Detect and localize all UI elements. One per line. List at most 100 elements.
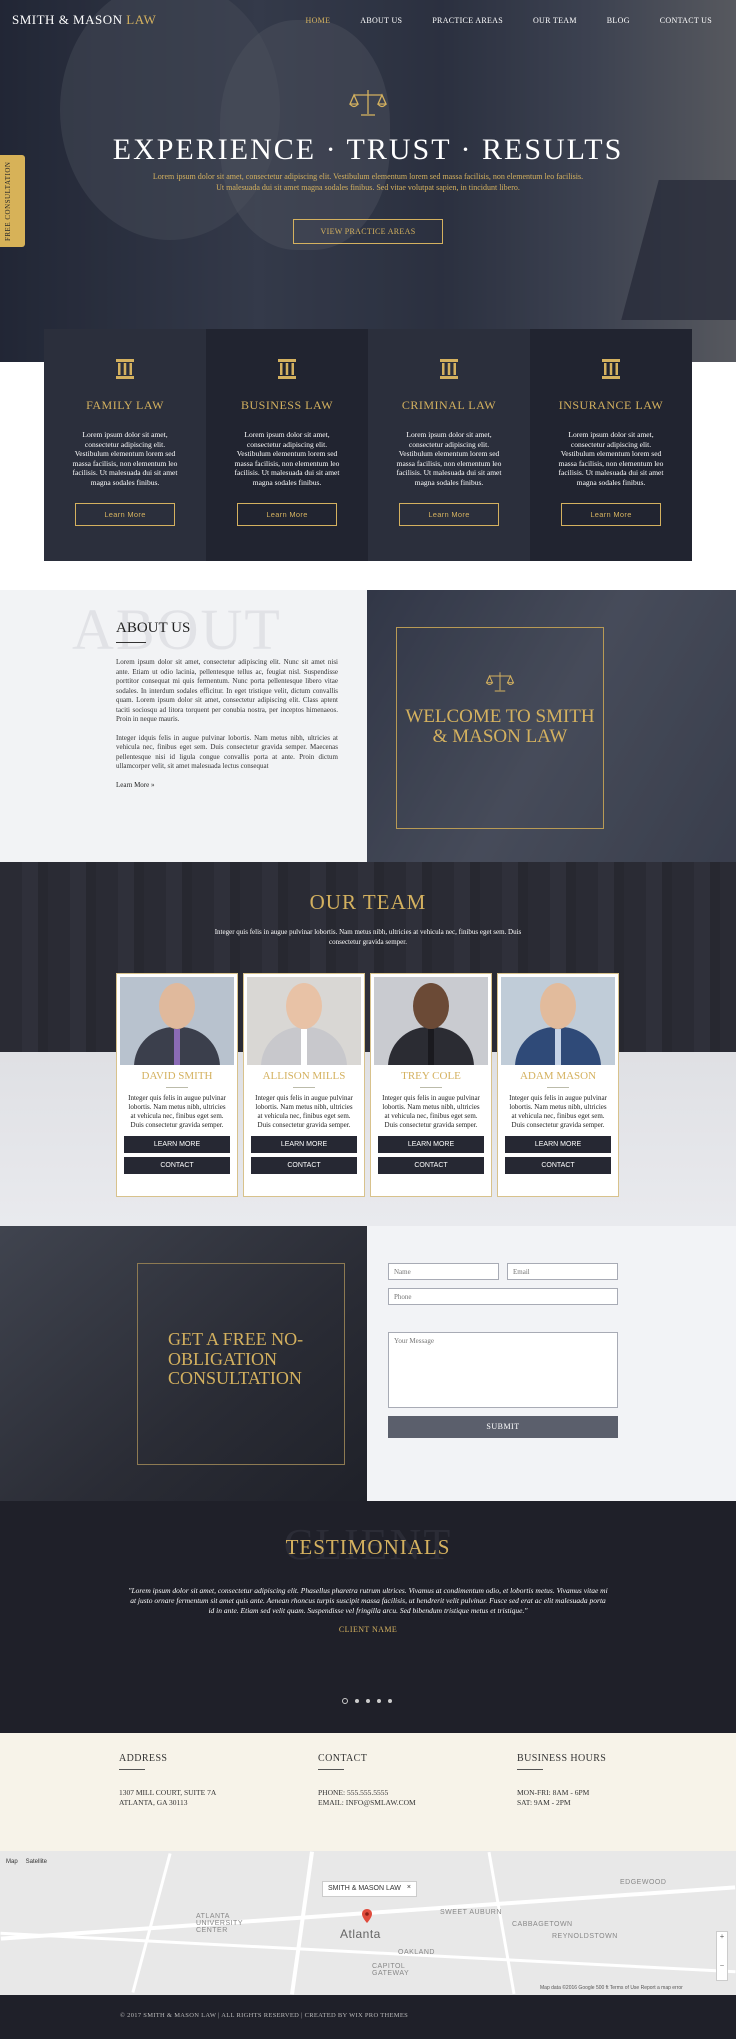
learn-more-button[interactable]: Learn More (75, 503, 175, 526)
pillar-icon (602, 359, 620, 379)
divider (119, 1769, 145, 1770)
map-pin-icon[interactable] (362, 1909, 372, 1923)
pillar-icon (440, 359, 458, 379)
nav-practice-areas[interactable]: PRACTICE AREAS (432, 16, 503, 25)
address-line: ATLANTA, GA 30113 (119, 1798, 188, 1807)
about-paragraph: Integer idquis felis in augue pulvinar l… (116, 733, 338, 771)
scales-of-justice-icon (485, 672, 515, 692)
photo-shape (540, 983, 576, 1029)
slider-dot[interactable] (355, 1699, 359, 1703)
map-city-label: Atlanta (340, 1927, 381, 1941)
google-map[interactable]: Map Satellite ATLANTA UNIVERSITY CENTER … (0, 1851, 736, 1995)
practice-title: FAMILY LAW (86, 398, 164, 412)
map-info-bubble[interactable]: SMITH & MASON LAW × (322, 1881, 417, 1897)
zoom-in-icon[interactable]: + (717, 1932, 727, 1941)
site-logo[interactable]: SMITH & MASON LAW (12, 12, 156, 28)
divider (318, 1769, 344, 1770)
learn-more-button[interactable]: Learn More (561, 503, 661, 526)
consultation-section: GET A FREE NO-OBLIGATION CONSULTATION SU… (0, 1226, 736, 1501)
copyright-text: © 2017 SMITH & MASON LAW | ALL RIGHTS RE… (120, 2012, 409, 2019)
nav-about-us[interactable]: ABOUT US (360, 16, 402, 25)
contact-title: CONTACT (318, 1753, 368, 1764)
nav-our-team[interactable]: OUR TEAM (533, 16, 577, 25)
team-contact-button[interactable]: CONTACT (505, 1157, 611, 1174)
practice-text: Lorem ipsum dolor sit amet, consectetur … (558, 430, 664, 487)
team-learn-more-button[interactable]: LEARN MORE (124, 1136, 230, 1153)
team-contact-button[interactable]: CONTACT (124, 1157, 230, 1174)
site-footer: © 2017 SMITH & MASON LAW | ALL RIGHTS RE… (0, 1995, 736, 2039)
bubble-text: SMITH & MASON LAW (328, 1885, 401, 1892)
learn-more-button[interactable]: Learn More (237, 503, 337, 526)
learn-more-button[interactable]: Learn More (399, 503, 499, 526)
team-contact-button[interactable]: CONTACT (378, 1157, 484, 1174)
team-members: DAVID SMITH Integer quis felis in augue p… (116, 973, 619, 1197)
phone-field[interactable] (388, 1288, 618, 1305)
team-learn-more-button[interactable]: LEARN MORE (378, 1136, 484, 1153)
practice-title: INSURANCE LAW (558, 398, 664, 412)
about-title: ABOUT US (116, 620, 191, 636)
team-member-bio: Integer quis felis in augue pulvinar lob… (128, 1094, 226, 1129)
practice-title: BUSINESS LAW (240, 398, 334, 412)
satellite-tab[interactable]: Satellite (26, 1859, 47, 1865)
photo-shape (286, 983, 322, 1029)
hero-text: Lorem ipsum dolor sit amet, consectetur … (152, 172, 584, 192)
map-label: SWEET AUBURN (440, 1909, 502, 1916)
top-nav: SMITH & MASON LAW HOME ABOUT US PRACTICE… (0, 0, 736, 42)
nav-home[interactable]: HOME (306, 16, 331, 25)
practice-text: Lorem ipsum dolor sit amet, consectetur … (72, 430, 178, 487)
welcome-box: WELCOME TO SMITH & MASON LAW (396, 627, 604, 829)
divider (517, 1769, 543, 1770)
nav-contact-us[interactable]: CONTACT US (660, 16, 712, 25)
message-field[interactable] (388, 1332, 618, 1408)
team-learn-more-button[interactable]: LEARN MORE (251, 1136, 357, 1153)
about-paragraph: Lorem ipsum dolor sit amet, consectetur … (116, 658, 338, 723)
team-member-card: ADAM MASON Integer quis felis in augue pu… (497, 973, 619, 1197)
main-menu: HOME ABOUT US PRACTICE AREAS OUR TEAM BL… (306, 16, 713, 25)
map-road (131, 1853, 172, 1993)
team-member-name: TREY COLE (401, 1070, 461, 1082)
map-type-tabs: Map Satellite (6, 1859, 47, 1865)
practice-card: BUSINESS LAW Lorem ipsum dolor sit amet,… (206, 329, 368, 561)
logo-text-accent: LAW (126, 12, 157, 27)
practice-card: INSURANCE LAW Lorem ipsum dolor sit amet… (530, 329, 692, 561)
divider (420, 1087, 442, 1088)
email-field[interactable] (507, 1263, 618, 1280)
zoom-out-icon[interactable]: − (717, 1961, 727, 1970)
slider-dot[interactable] (388, 1699, 392, 1703)
name-field[interactable] (388, 1263, 499, 1280)
team-member-photo (247, 977, 361, 1065)
nav-blog[interactable]: BLOG (607, 16, 630, 25)
about-learn-more-link[interactable]: Learn More » (116, 781, 154, 789)
hours-line: SAT: 9AM - 2PM (517, 1798, 571, 1807)
slider-dots (342, 1698, 392, 1704)
team-member-card: ALLISON MILLS Integer quis felis in augue… (243, 973, 365, 1197)
hours-line: MON-FRI: 8AM - 6PM (517, 1788, 590, 1797)
map-tab[interactable]: Map (6, 1859, 18, 1865)
map-zoom-controls[interactable]: + − (716, 1931, 728, 1981)
map-road (289, 1851, 315, 1995)
hero-section: SMITH & MASON LAW HOME ABOUT US PRACTICE… (0, 0, 736, 362)
close-icon[interactable]: × (407, 1884, 411, 1891)
submit-button[interactable]: SUBMIT (388, 1416, 618, 1438)
photo-shape (301, 1029, 307, 1065)
slider-dot[interactable] (377, 1699, 381, 1703)
hero-title: EXPERIENCE · TRUST · RESULTS (112, 133, 624, 166)
free-consultation-tab[interactable]: FREE CONSULTATION (0, 155, 25, 247)
welcome-title: WELCOME TO SMITH & MASON LAW (405, 706, 595, 747)
team-member-photo (501, 977, 615, 1065)
view-practice-areas-button[interactable]: VIEW PRACTICE AREAS (292, 219, 444, 244)
consultation-image-panel: GET A FREE NO-OBLIGATION CONSULTATION (0, 1226, 367, 1501)
practice-text: Lorem ipsum dolor sit amet, consectetur … (234, 430, 340, 487)
about-body: Lorem ipsum dolor sit amet, consectetur … (116, 658, 338, 790)
practice-text: Lorem ipsum dolor sit amet, consectetur … (396, 430, 502, 487)
slider-dot[interactable] (366, 1699, 370, 1703)
logo-text: SMITH & MASON (12, 12, 123, 27)
team-learn-more-button[interactable]: LEARN MORE (505, 1136, 611, 1153)
about-text-panel: ABOUT ABOUT US Lorem ipsum dolor sit ame… (0, 590, 367, 862)
slider-dot[interactable] (342, 1698, 348, 1704)
team-member-photo (374, 977, 488, 1065)
email-text: EMAIL: INFO@SMLAW.COM (318, 1798, 416, 1807)
scales-of-justice-icon (348, 90, 388, 116)
phone-text: PHONE: 555.555.5555 (318, 1788, 389, 1797)
team-contact-button[interactable]: CONTACT (251, 1157, 357, 1174)
